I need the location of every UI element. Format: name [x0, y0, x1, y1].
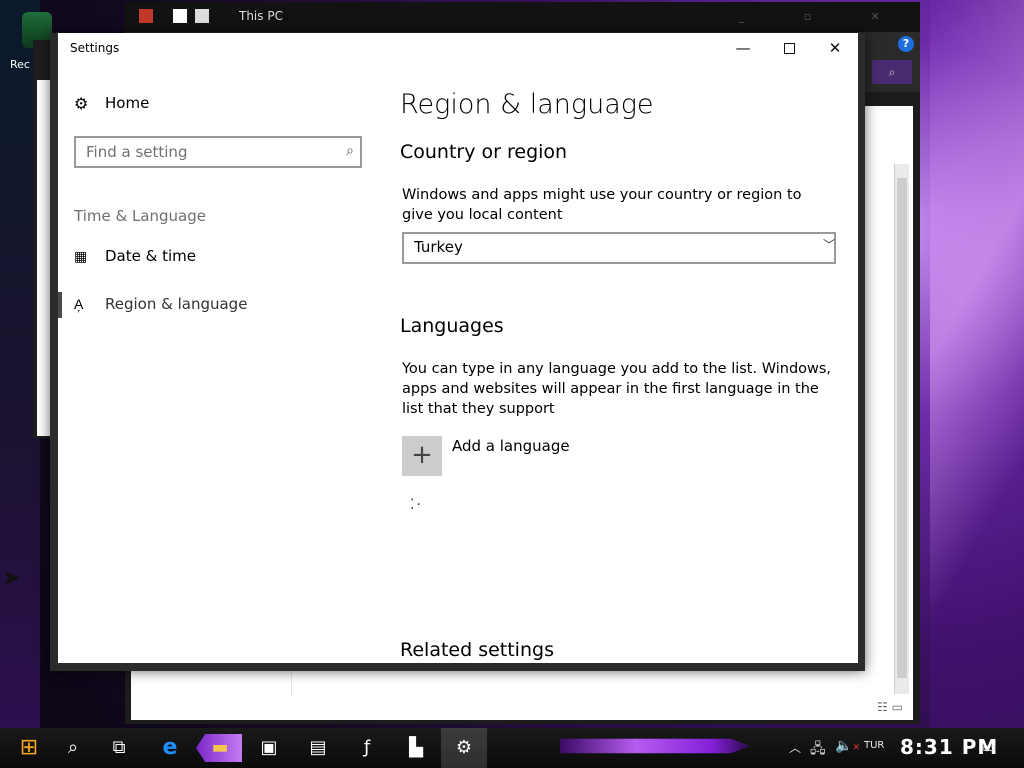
- add-language-button[interactable]: +: [402, 436, 442, 476]
- country-selected-value: Turkey: [414, 238, 463, 256]
- chevron-down-icon: ﹀: [822, 238, 835, 252]
- action-center-icon[interactable]: ▭: [982, 738, 996, 756]
- search-input[interactable]: [84, 141, 328, 163]
- network-icon[interactable]: 🖧: [810, 738, 826, 762]
- store-icon[interactable]: ▣: [246, 728, 292, 768]
- nav-home-label: Home: [105, 94, 150, 112]
- page-title: Region & language: [400, 89, 654, 120]
- view-toggle-icons[interactable]: ☷ ▭: [877, 700, 903, 714]
- section-heading-country: Country or region: [400, 141, 568, 163]
- explorer-title-bar: This PC _ ▫ ✕: [125, 2, 920, 32]
- gear-icon: ⚙: [74, 94, 89, 113]
- taskbar-search-icon[interactable]: ⌕: [50, 728, 96, 768]
- close-button[interactable]: ✕: [812, 33, 858, 63]
- volume-muted-icon[interactable]: 🔈✕: [835, 738, 860, 754]
- file-explorer-icon[interactable]: ▬: [197, 728, 243, 768]
- country-description: Windows and apps might use your country …: [402, 187, 802, 223]
- new-folder-icon[interactable]: [195, 9, 209, 23]
- maximize-icon: [783, 43, 795, 54]
- explorer-scrollbar[interactable]: [894, 164, 909, 694]
- settings-window-body: Settings — ✕ ⚙ Home ⌕ Time & Language ▦ …: [58, 33, 858, 663]
- plus-icon: +: [411, 440, 433, 470]
- language-icon: A᷊: [74, 297, 84, 313]
- minimize-button[interactable]: —: [720, 33, 766, 63]
- mouse-cursor-icon: ➤: [2, 566, 21, 591]
- search-box[interactable]: ⌕: [74, 136, 362, 168]
- start-button[interactable]: ⊞: [6, 728, 52, 768]
- tray-expand-icon[interactable]: ︿: [789, 739, 801, 756]
- settings-window: Settings — ✕ ⚙ Home ⌕ Time & Language ▦ …: [50, 33, 865, 671]
- search-icon[interactable]: ⌕: [346, 143, 354, 159]
- window-title: Settings: [70, 41, 120, 55]
- edge-browser-icon[interactable]: e: [147, 728, 193, 768]
- help-icon[interactable]: ?: [898, 36, 914, 52]
- country-dropdown[interactable]: Turkey ﹀: [402, 232, 836, 264]
- settings-taskbar-icon[interactable]: ⚙: [441, 728, 487, 768]
- languages-description: You can type in any language you add to …: [402, 361, 832, 417]
- desktop-wallpaper-glow: [930, 0, 1024, 730]
- section-heading-related: Related settings: [400, 639, 554, 661]
- add-language-label[interactable]: Add a language: [452, 437, 570, 455]
- maximize-button[interactable]: [766, 33, 812, 63]
- news-app-icon[interactable]: ▤: [295, 728, 341, 768]
- explorer-search-icon[interactable]: ⌕: [872, 60, 912, 84]
- task-view-icon[interactable]: ⧉: [96, 728, 142, 768]
- explorer-scrollbar-thumb[interactable]: [897, 178, 907, 678]
- input-language-indicator[interactable]: TUR: [864, 740, 884, 751]
- nav-section-title: Time & Language: [74, 207, 206, 225]
- app-icon[interactable]: ƒ: [344, 728, 390, 768]
- explorer-title: This PC: [239, 9, 283, 23]
- quick-access-icon[interactable]: [139, 9, 153, 23]
- explorer-window-controls[interactable]: _ ▫ ✕: [739, 10, 908, 23]
- desktop-icon-label[interactable]: Rec: [10, 58, 30, 71]
- section-heading-languages: Languages: [400, 315, 504, 337]
- properties-icon[interactable]: [173, 9, 187, 23]
- sidebar-item-label: Region & language: [105, 295, 248, 313]
- calendar-clock-icon: ▦: [74, 249, 88, 265]
- app-icon-2[interactable]: ▙: [393, 728, 439, 768]
- selected-indicator: [58, 292, 62, 318]
- loading-spinner-icon: ⁚·: [410, 497, 423, 513]
- sidebar-item-label: Date & time: [105, 247, 196, 265]
